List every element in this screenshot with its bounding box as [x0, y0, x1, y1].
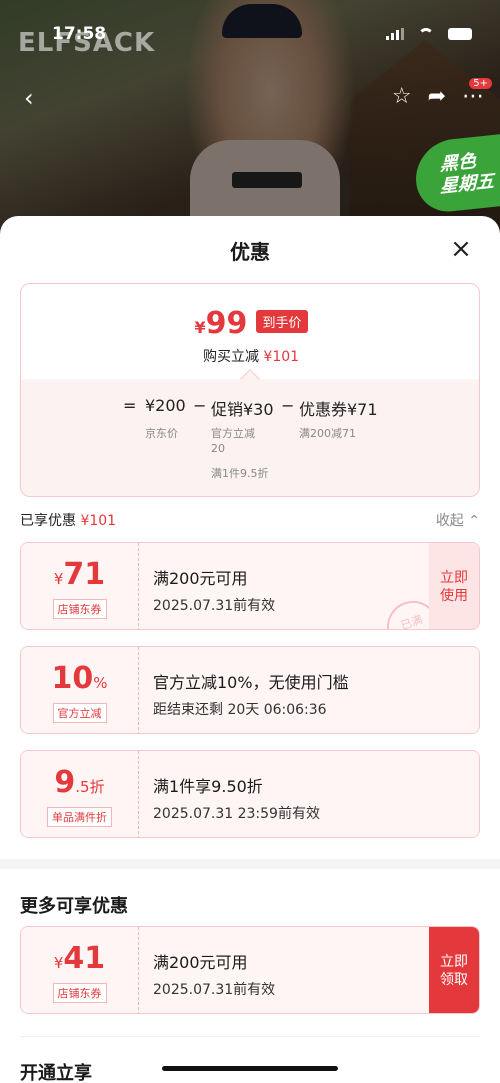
battery-icon [448, 28, 472, 40]
status-icons [386, 28, 472, 40]
section-divider [0, 859, 500, 869]
final-price-tag: 到手价 [256, 310, 308, 333]
coupon-title: 满200元可用 [153, 569, 248, 588]
notification-badge: 5+ [469, 78, 492, 89]
promo-sub-amount: 20 [211, 442, 225, 455]
coupon-amount-panel: ¥41 店铺东券 [21, 927, 139, 1013]
coupon-detail-panel: 官方立减10%，无使用门槛 距结束还剩 20天 06:06:36 [139, 647, 479, 733]
open-share-title: 开通立享 [20, 1063, 92, 1083]
coupon-validity: 2025.07.31前有效 [153, 598, 276, 614]
black-friday-badge-text: 黑色 星期五 [440, 150, 494, 198]
claim-now-button[interactable]: 立即 领取 [429, 927, 479, 1013]
coupon-card-official: 10% 官方立减 官方立减10%，无使用门槛 距结束还剩 20天 06:06:3… [20, 646, 480, 734]
coupon-amount: 10% [21, 661, 138, 701]
reduce-line: 购买立减 ¥101 [21, 346, 479, 366]
enjoyed-label: 已享优惠 [20, 513, 76, 529]
use-now-label: 立即 使用 [440, 570, 468, 604]
coupon-amount: 优惠券¥71 [299, 400, 378, 419]
claim-now-label: 立即 领取 [440, 954, 468, 988]
minus-sign: − [281, 396, 295, 415]
share-icon[interactable]: ➦ [428, 84, 446, 109]
coupon-amount-prefix: ¥ [53, 570, 64, 588]
equals-sign: = [123, 396, 137, 415]
currency-symbol: ¥ [194, 318, 206, 337]
final-price-row: ¥99 到手价 [21, 306, 479, 341]
coupon-title: 官方立减10%，无使用门槛 [153, 673, 349, 692]
coupon-detail-panel: 满1件享9.50折 2025.07.31 23:59前有效 [139, 751, 479, 837]
reduce-value: ¥101 [263, 349, 300, 365]
final-price-value: 99 [205, 306, 248, 341]
coupon-type-tag: 官方立减 [52, 703, 107, 723]
home-indicator[interactable] [162, 1066, 338, 1071]
enjoyed-value: ¥101 [80, 513, 117, 529]
enjoyed-header: 已享优惠 ¥101 [20, 510, 116, 530]
use-now-button[interactable]: 立即 使用 [429, 543, 479, 629]
pointer-arrow [240, 369, 260, 389]
coupon-detail-panel: 满200元可用 2025.07.31前有效 已满 立即 使用 [139, 543, 479, 629]
coupon-amount-value: 71 [63, 557, 106, 592]
sheet-title: 优惠 [230, 240, 270, 264]
close-button[interactable]: × [446, 234, 476, 264]
coupon-amount-panel: ¥71 店铺东券 [21, 543, 139, 629]
back-icon[interactable]: ‹ [24, 84, 34, 112]
coupon-amount-suffix: .5折 [75, 778, 105, 796]
coupon-detail-panel: 满200元可用 2025.07.31前有效 立即 领取 [139, 927, 479, 1013]
jd-price: ¥200 [145, 396, 186, 415]
promo-sub-official: 官方立减 [211, 427, 255, 440]
coupon-card-claimable[interactable]: ¥41 店铺东券 满200元可用 2025.07.31前有效 立即 领取 [20, 926, 480, 1014]
more-discounts-title: 更多可享优惠 [20, 896, 128, 917]
coupon-amount-prefix: ¥ [53, 954, 64, 972]
coupon-amount-panel: 10% 官方立减 [21, 647, 139, 733]
coupon-countdown: 距结束还剩 20天 06:06:36 [153, 702, 327, 718]
coupon-amount-value: 41 [63, 941, 106, 976]
coupon-amount: ¥71 [21, 557, 138, 597]
coupon-validity: 2025.07.31 23:59前有效 [153, 806, 320, 822]
coupon-card-discount: 9.5折 单品满件折 满1件享9.50折 2025.07.31 23:59前有效 [20, 750, 480, 838]
signal-icon [386, 28, 404, 40]
status-time: 17:58 [52, 24, 107, 44]
collapse-button[interactable]: 收起 ⌃ [436, 510, 480, 530]
coupon-amount-suffix: % [93, 674, 108, 692]
final-price: ¥99 [195, 306, 248, 341]
price-summary-card: ¥99 到手价 购买立减 ¥101 = ¥200 − 促销¥30 − 优惠券¥7… [20, 283, 480, 497]
chevron-up-icon: ⌃ [468, 513, 480, 529]
jd-price-label: 京东价 [145, 427, 178, 440]
coupon-amount: 9.5折 [21, 765, 138, 805]
coupon-title: 满1件享9.50折 [153, 777, 263, 796]
coupon-type-tag: 店铺东券 [52, 599, 107, 619]
promo-sub-discount: 满1件9.5折 [211, 467, 269, 480]
section-rule [20, 1036, 480, 1037]
coupon-amount-value: 10 [51, 661, 94, 696]
coupon-amount-panel: 9.5折 单品满件折 [21, 751, 139, 837]
promo-amount: 促销¥30 [211, 400, 274, 419]
discount-sheet: 优惠 × ¥99 到手价 购买立减 ¥101 = ¥200 − 促销¥30 − … [0, 216, 500, 1083]
coupon-sub: 满200减71 [299, 427, 356, 440]
coupon-amount: ¥41 [21, 941, 138, 981]
coupon-type-tag: 单品满件折 [47, 807, 112, 827]
coupon-amount-value: 9 [54, 765, 76, 800]
coupon-type-tag: 店铺东券 [52, 983, 107, 1003]
wifi-icon [418, 28, 434, 40]
coupon-title: 满200元可用 [153, 953, 248, 972]
collapse-label: 收起 [435, 513, 464, 529]
minus-sign: − [193, 396, 207, 415]
coupon-card-store[interactable]: ¥71 店铺东券 满200元可用 2025.07.31前有效 已满 立即 使用 [20, 542, 480, 630]
favorite-icon[interactable]: ☆ [392, 84, 412, 109]
coupon-validity: 2025.07.31前有效 [153, 982, 276, 998]
reduce-label: 购买立减 [202, 349, 259, 365]
